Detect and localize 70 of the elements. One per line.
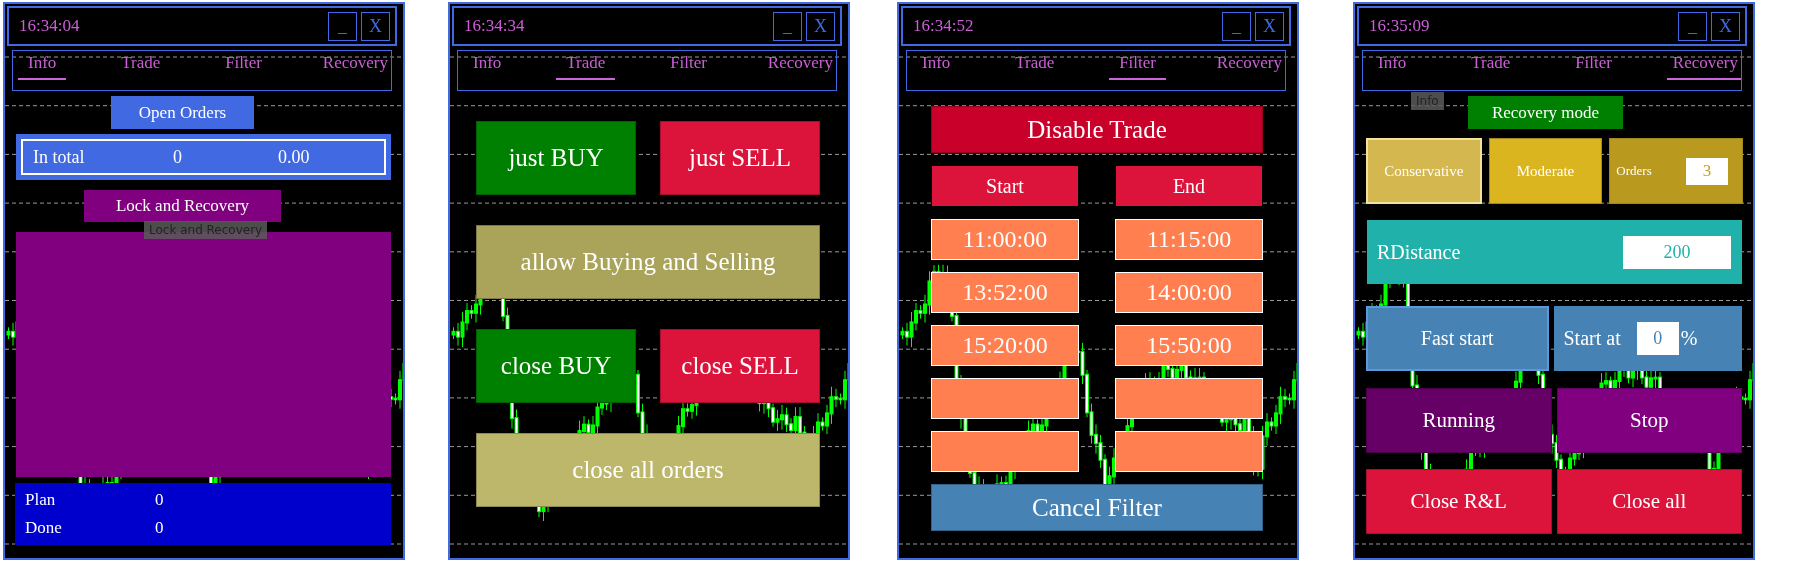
tab[interactable]: Trade <box>1005 53 1065 80</box>
time-field[interactable] <box>1115 378 1263 419</box>
tab[interactable]: Recovery <box>761 53 836 80</box>
time-field[interactable] <box>1115 431 1263 472</box>
clock-time: 16:35:09 <box>1369 16 1431 36</box>
trade-button[interactable]: allow Buying and Selling <box>476 225 820 299</box>
column-header: Start <box>932 166 1078 206</box>
time-field[interactable]: 14:00:00 <box>1115 272 1263 313</box>
tab[interactable]: Filter <box>215 53 272 80</box>
trade-button[interactable]: close SELL <box>660 329 820 403</box>
trade-button[interactable]: just BUY <box>476 121 636 195</box>
tab[interactable]: Info <box>912 53 961 80</box>
clock-time: 16:34:34 <box>464 16 526 36</box>
action-button[interactable]: Close all <box>1556 469 1742 534</box>
disable-trade-button[interactable]: Disable Trade <box>931 106 1263 153</box>
time-field[interactable]: 11:15:00 <box>1115 219 1263 260</box>
tab[interactable]: Recovery <box>1666 53 1741 80</box>
time-field[interactable]: 11:00:00 <box>931 219 1079 260</box>
percent-field[interactable]: 0 <box>1636 322 1679 355</box>
tab[interactable]: Filter <box>1565 53 1622 80</box>
minimize-button[interactable]: _ <box>773 11 802 41</box>
close-button[interactable]: X <box>1711 11 1740 41</box>
time-field[interactable]: 13:52:00 <box>931 272 1079 313</box>
clock-time: 16:34:04 <box>19 16 81 36</box>
trade-button[interactable]: close BUY <box>476 329 636 403</box>
stat-value: 0 <box>155 490 165 510</box>
cancel-filter-button[interactable]: Cancel Filter <box>931 484 1263 531</box>
tab[interactable]: Trade <box>1461 53 1521 80</box>
action-button[interactable]: Close R&L <box>1366 469 1552 534</box>
tab[interactable]: Recovery <box>316 53 391 80</box>
time-field[interactable]: 15:50:00 <box>1115 325 1263 366</box>
section-label: Lock and Recovery <box>84 190 281 222</box>
orders-field[interactable]: 3 <box>1686 157 1728 185</box>
distance-label: RDistance <box>1377 240 1461 264</box>
total-amount: 0.00 <box>278 146 311 168</box>
stat-value: 0 <box>155 518 165 538</box>
stat-label: Done <box>25 518 63 538</box>
orders-label: Orders <box>1616 163 1652 179</box>
percent-sign: % <box>1680 327 1698 350</box>
clock-time: 16:34:52 <box>913 16 975 36</box>
total-label: In total <box>33 146 86 168</box>
section-label: Open Orders <box>111 96 254 129</box>
start-at-label: Start at <box>1563 327 1621 350</box>
tab[interactable]: Recovery <box>1210 53 1285 80</box>
minimize-button[interactable]: _ <box>328 11 357 41</box>
stat-label: Plan <box>25 490 57 510</box>
close-button[interactable]: X <box>1255 11 1284 41</box>
minimize-button[interactable]: _ <box>1678 11 1707 41</box>
column-header: End <box>1116 166 1262 206</box>
time-field[interactable] <box>931 431 1079 472</box>
tab[interactable]: Trade <box>556 53 616 80</box>
tab[interactable]: Trade <box>111 53 171 80</box>
action-button[interactable]: Running <box>1366 388 1552 453</box>
trade-button[interactable]: just SELL <box>660 121 820 195</box>
action-button[interactable]: Stop <box>1556 388 1742 453</box>
fast-start-button[interactable]: Fast start <box>1366 306 1549 371</box>
tooltip: Lock and Recovery <box>144 221 268 239</box>
close-button[interactable]: X <box>806 11 835 41</box>
distance-field[interactable]: 200 <box>1623 235 1731 269</box>
tab[interactable]: Info <box>18 53 67 80</box>
time-field[interactable] <box>931 378 1079 419</box>
tab[interactable]: Filter <box>1109 53 1166 80</box>
minimize-button[interactable]: _ <box>1222 11 1251 41</box>
tab[interactable]: Info <box>1368 53 1417 80</box>
close-button[interactable]: X <box>361 11 390 41</box>
tab[interactable]: Filter <box>660 53 717 80</box>
tab[interactable]: Info <box>463 53 512 80</box>
section-label: Recovery mode <box>1468 96 1623 129</box>
total-count: 0 <box>173 146 183 168</box>
time-field[interactable]: 15:20:00 <box>931 325 1079 366</box>
